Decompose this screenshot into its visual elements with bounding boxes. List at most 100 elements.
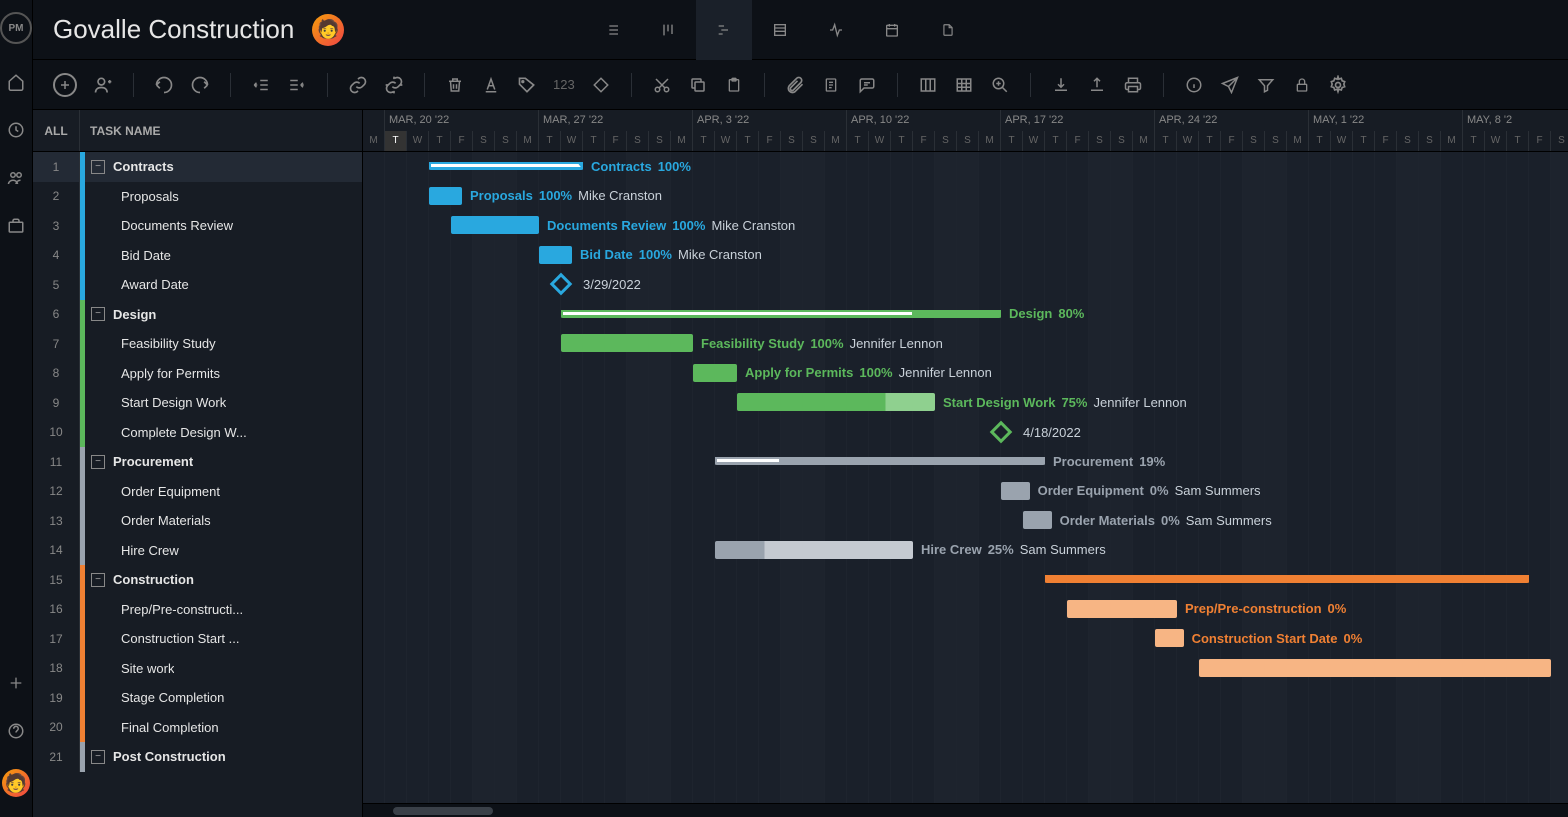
assign-icon[interactable]: [93, 75, 113, 95]
summary-bar[interactable]: Procurement19%: [715, 457, 1045, 465]
grid-icon[interactable]: [954, 75, 974, 95]
task-bar[interactable]: Hire Crew25%Sam Summers: [715, 541, 913, 559]
team-icon[interactable]: [6, 168, 26, 188]
milestone-marker[interactable]: [550, 273, 573, 296]
outdent-icon[interactable]: [251, 75, 271, 95]
collapse-icon[interactable]: −: [91, 573, 105, 587]
comment-icon[interactable]: [857, 75, 877, 95]
task-bar[interactable]: Bid Date100%Mike Cranston: [539, 246, 572, 264]
task-bar[interactable]: Apply for Permits100%Jennifer Lennon: [693, 364, 737, 382]
undo-icon[interactable]: [154, 75, 174, 95]
task-row[interactable]: 13Order Materials: [33, 506, 362, 536]
print-icon[interactable]: [1123, 75, 1143, 95]
view-file-icon[interactable]: [920, 0, 976, 60]
columns-icon[interactable]: [918, 75, 938, 95]
tag-icon[interactable]: [517, 75, 537, 95]
task-number: 11: [33, 447, 80, 477]
home-icon[interactable]: [6, 72, 26, 92]
info-icon[interactable]: [1184, 75, 1204, 95]
filter-icon[interactable]: [1256, 75, 1276, 95]
task-row[interactable]: 21−Post Construction: [33, 742, 362, 772]
recent-icon[interactable]: [6, 120, 26, 140]
task-row[interactable]: 7Feasibility Study: [33, 329, 362, 359]
task-bar[interactable]: Order Materials0%Sam Summers: [1023, 511, 1052, 529]
day-label: F: [913, 131, 935, 152]
number-format-text[interactable]: 123: [553, 77, 575, 92]
copy-icon[interactable]: [688, 75, 708, 95]
task-row[interactable]: 1−Contracts: [33, 152, 362, 182]
bar-progress-pct: 100%: [859, 365, 892, 380]
user-avatar[interactable]: 🧑: [2, 769, 30, 797]
task-row[interactable]: 17Construction Start ...: [33, 624, 362, 654]
zoom-icon[interactable]: [990, 75, 1010, 95]
view-board-icon[interactable]: [640, 0, 696, 60]
task-bar[interactable]: [1199, 659, 1551, 677]
task-row[interactable]: 8Apply for Permits: [33, 359, 362, 389]
view-list-icon[interactable]: [584, 0, 640, 60]
task-row[interactable]: 20Final Completion: [33, 713, 362, 743]
task-row[interactable]: 6−Design: [33, 300, 362, 330]
task-bar[interactable]: Feasibility Study100%Jennifer Lennon: [561, 334, 693, 352]
help-icon[interactable]: [6, 721, 26, 741]
task-row[interactable]: 19Stage Completion: [33, 683, 362, 713]
task-bar[interactable]: Start Design Work75%Jennifer Lennon: [737, 393, 935, 411]
app-logo[interactable]: PM: [0, 12, 32, 44]
view-gantt-icon[interactable]: [696, 0, 752, 60]
view-activity-icon[interactable]: [808, 0, 864, 60]
summary-bar[interactable]: Design80%: [561, 310, 1001, 318]
summary-bar[interactable]: Contracts100%: [429, 162, 583, 170]
task-row[interactable]: 3Documents Review: [33, 211, 362, 241]
collapse-icon[interactable]: −: [91, 750, 105, 764]
paste-icon[interactable]: [724, 75, 744, 95]
export-icon[interactable]: [1087, 75, 1107, 95]
attach-icon[interactable]: [785, 75, 805, 95]
project-owner-avatar[interactable]: 🧑: [312, 14, 344, 46]
add-icon[interactable]: [6, 673, 26, 693]
task-number: 7: [33, 329, 80, 359]
delete-icon[interactable]: [445, 75, 465, 95]
task-row[interactable]: 18Site work: [33, 654, 362, 684]
horizontal-scrollbar[interactable]: [363, 803, 1568, 817]
redo-icon[interactable]: [190, 75, 210, 95]
format-text-icon[interactable]: [481, 75, 501, 95]
day-label: T: [693, 131, 715, 152]
task-bar[interactable]: Proposals100%Mike Cranston: [429, 187, 462, 205]
task-row[interactable]: 16Prep/Pre-constructi...: [33, 595, 362, 625]
task-row[interactable]: 2Proposals: [33, 182, 362, 212]
collapse-icon[interactable]: −: [91, 307, 105, 321]
view-sheet-icon[interactable]: [752, 0, 808, 60]
indent-icon[interactable]: [287, 75, 307, 95]
task-row[interactable]: 5Award Date: [33, 270, 362, 300]
task-bar[interactable]: Documents Review100%Mike Cranston: [451, 216, 539, 234]
view-calendar-icon[interactable]: [864, 0, 920, 60]
task-row[interactable]: 11−Procurement: [33, 447, 362, 477]
bar-assignee: Sam Summers: [1186, 513, 1272, 528]
link-icon[interactable]: [348, 75, 368, 95]
lock-icon[interactable]: [1292, 75, 1312, 95]
collapse-icon[interactable]: −: [91, 455, 105, 469]
task-bar[interactable]: Order Equipment0%Sam Summers: [1001, 482, 1030, 500]
task-row[interactable]: 12Order Equipment: [33, 477, 362, 507]
task-bar[interactable]: Construction Start Date0%: [1155, 629, 1184, 647]
task-row[interactable]: 14Hire Crew: [33, 536, 362, 566]
task-row[interactable]: 15−Construction: [33, 565, 362, 595]
milestone-marker[interactable]: [990, 420, 1013, 443]
import-icon[interactable]: [1051, 75, 1071, 95]
summary-bar[interactable]: [1045, 575, 1529, 583]
column-task-name[interactable]: TASK NAME: [80, 124, 160, 138]
notes-icon[interactable]: [821, 75, 841, 95]
column-all[interactable]: ALL: [33, 110, 80, 151]
settings-icon[interactable]: [1328, 75, 1348, 95]
task-bar[interactable]: Prep/Pre-construction0%: [1067, 600, 1177, 618]
portfolio-icon[interactable]: [6, 216, 26, 236]
send-icon[interactable]: [1220, 75, 1240, 95]
collapse-icon[interactable]: −: [91, 160, 105, 174]
milestone-icon[interactable]: [591, 75, 611, 95]
task-row[interactable]: 4Bid Date: [33, 241, 362, 271]
task-row[interactable]: 10Complete Design W...: [33, 418, 362, 448]
unlink-icon[interactable]: [384, 75, 404, 95]
task-color-bar: [80, 477, 85, 507]
add-task-button[interactable]: [53, 73, 77, 97]
cut-icon[interactable]: [652, 75, 672, 95]
task-row[interactable]: 9Start Design Work: [33, 388, 362, 418]
